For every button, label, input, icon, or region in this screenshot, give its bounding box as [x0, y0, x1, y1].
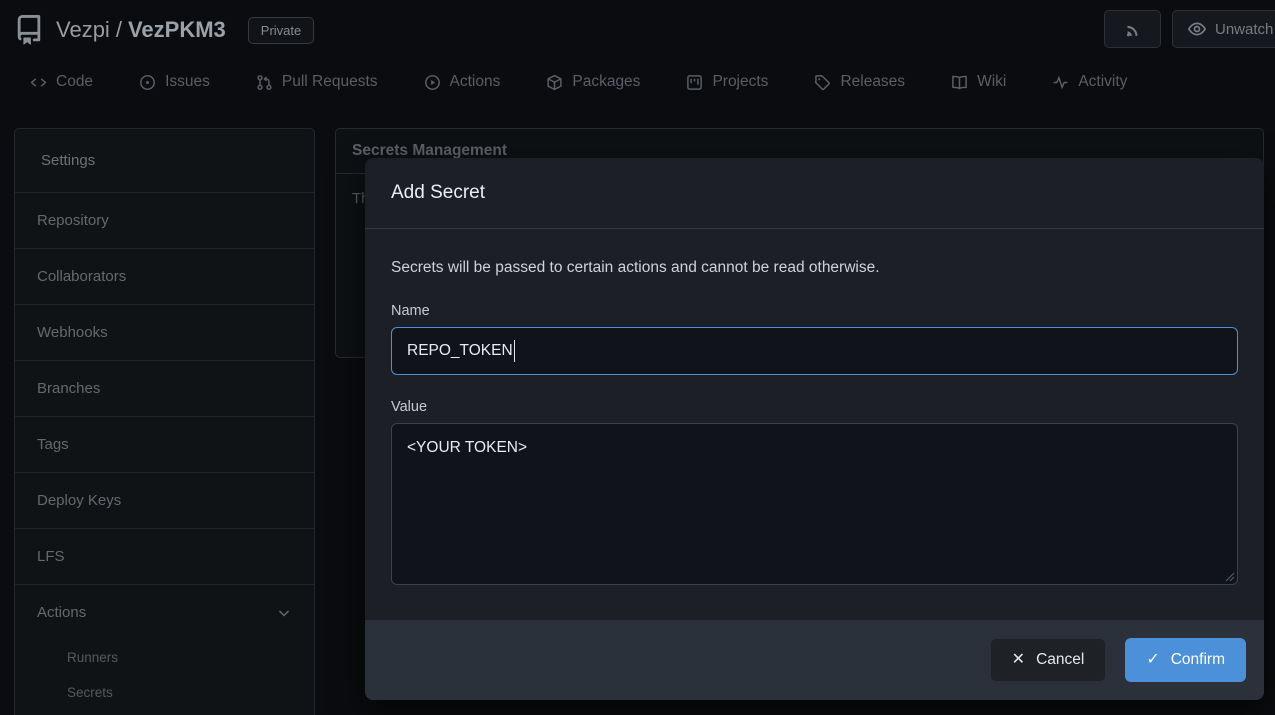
- actions-icon: [424, 74, 441, 91]
- tab-code[interactable]: Code: [30, 73, 93, 91]
- secret-name-input[interactable]: REPO_TOKEN: [391, 327, 1238, 375]
- tab-activity[interactable]: Activity: [1052, 73, 1127, 91]
- tab-label: Issues: [165, 73, 210, 91]
- sidebar-actions-label: Actions: [37, 603, 86, 622]
- issue-icon: [139, 74, 156, 91]
- tab-issues[interactable]: Issues: [139, 73, 210, 91]
- rss-icon: [1122, 18, 1144, 40]
- tab-wiki[interactable]: Wiki: [951, 73, 1006, 91]
- confirm-button[interactable]: ✓ Confirm: [1125, 638, 1246, 682]
- sidebar-item-branches[interactable]: Branches: [15, 361, 314, 417]
- tab-label: Actions: [450, 73, 501, 91]
- modal-description: Secrets will be passed to certain action…: [391, 259, 1238, 277]
- unwatch-button[interactable]: Unwatch: [1172, 10, 1275, 48]
- eye-icon: [1187, 19, 1207, 39]
- project-icon: [686, 74, 703, 91]
- tab-label: Code: [56, 73, 93, 91]
- header-actions: Unwatch: [1104, 10, 1275, 48]
- tab-pull-requests[interactable]: Pull Requests: [256, 73, 378, 91]
- tab-releases[interactable]: Releases: [814, 73, 905, 91]
- repo-header: Vezpi/VezPKM3 Private: [14, 10, 314, 50]
- rss-feed-button[interactable]: [1104, 10, 1161, 48]
- sidebar-subitem-runners[interactable]: Runners: [15, 640, 314, 675]
- private-badge: Private: [248, 17, 314, 44]
- add-secret-modal: Add Secret Secrets will be passed to cer…: [365, 158, 1264, 700]
- cancel-label: Cancel: [1036, 651, 1084, 669]
- modal-footer: ✕ Cancel ✓ Confirm: [365, 620, 1264, 700]
- sidebar-item-webhooks[interactable]: Webhooks: [15, 305, 314, 361]
- cancel-button[interactable]: ✕ Cancel: [990, 638, 1107, 682]
- activity-icon: [1052, 74, 1069, 91]
- secret-value-field-wrap: <YOUR TOKEN>: [391, 423, 1238, 585]
- check-icon: ✓: [1146, 652, 1159, 668]
- tab-label: Projects: [712, 73, 768, 91]
- repo-title-separator: /: [116, 17, 122, 42]
- confirm-label: Confirm: [1171, 651, 1225, 669]
- value-field-label: Value: [391, 399, 1238, 415]
- modal-body: Secrets will be passed to certain action…: [365, 229, 1264, 585]
- tab-label: Releases: [840, 73, 905, 91]
- name-field-label: Name: [391, 303, 1238, 319]
- package-icon: [546, 74, 563, 91]
- repo-book-icon: [14, 15, 44, 45]
- pull-request-icon: [256, 74, 273, 91]
- tab-actions[interactable]: Actions: [424, 73, 501, 91]
- repo-nav: Code Issues Pull Requests Actions Packag…: [30, 62, 1127, 102]
- settings-sidebar: Settings Repository Collaborators Webhoo…: [14, 128, 315, 715]
- repo-owner-link[interactable]: Vezpi: [56, 17, 110, 42]
- sidebar-item-deploy-keys[interactable]: Deploy Keys: [15, 473, 314, 529]
- sidebar-header-settings: Settings: [15, 129, 314, 193]
- tab-packages[interactable]: Packages: [546, 73, 640, 91]
- close-icon: ✕: [1012, 652, 1025, 668]
- unwatch-label: Unwatch: [1215, 21, 1273, 38]
- repo-name-link[interactable]: VezPKM3: [128, 17, 226, 42]
- resize-handle-icon[interactable]: [1222, 569, 1235, 582]
- tab-label: Activity: [1078, 73, 1127, 91]
- chevron-down-icon: [276, 605, 292, 621]
- code-icon: [30, 74, 47, 91]
- tag-icon: [814, 74, 831, 91]
- text-cursor: [514, 340, 516, 362]
- gitea-repo-settings-page: Vezpi/VezPKM3 Private Unwatch Code: [0, 0, 1275, 715]
- modal-title: Add Secret: [391, 182, 1238, 204]
- secret-value-textarea[interactable]: <YOUR TOKEN>: [391, 423, 1238, 585]
- wiki-icon: [951, 74, 968, 91]
- sidebar-subitem-secrets[interactable]: Secrets: [15, 675, 314, 710]
- sidebar-item-lfs[interactable]: LFS: [15, 529, 314, 585]
- tab-label: Pull Requests: [282, 73, 378, 91]
- tab-label: Wiki: [977, 73, 1006, 91]
- tab-label: Packages: [572, 73, 640, 91]
- repo-title: Vezpi/VezPKM3: [56, 17, 226, 43]
- sidebar-item-repository[interactable]: Repository: [15, 193, 314, 249]
- tab-projects[interactable]: Projects: [686, 73, 768, 91]
- secret-name-value: REPO_TOKEN: [407, 342, 513, 360]
- modal-header: Add Secret: [365, 158, 1264, 229]
- sidebar-item-actions[interactable]: Actions: [15, 585, 314, 640]
- sidebar-item-tags[interactable]: Tags: [15, 417, 314, 473]
- sidebar-item-collaborators[interactable]: Collaborators: [15, 249, 314, 305]
